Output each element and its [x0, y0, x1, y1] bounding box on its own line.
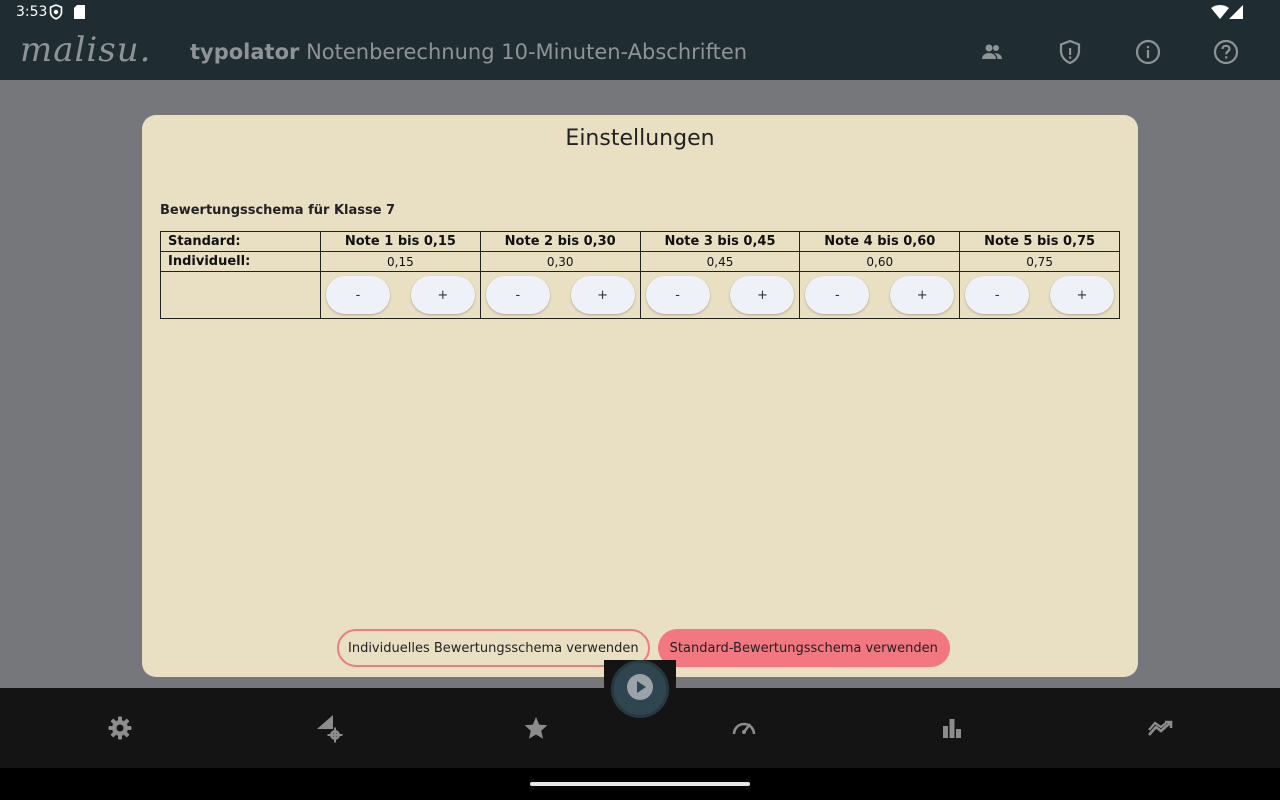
grade-2-value: 0,30: [479, 251, 641, 272]
grade-2-header: Note 2 bis 0,30: [479, 231, 641, 252]
shield-status-icon: [49, 4, 63, 24]
grade-3-decrease-button[interactable]: -: [645, 276, 710, 314]
trending-icon[interactable]: [1144, 712, 1176, 744]
app-bar: malisu. typolator Notenberechnung 10-Min…: [0, 24, 1280, 80]
grade-5-stepper: - +: [959, 271, 1120, 319]
star-icon[interactable]: [520, 712, 552, 744]
grade-1-increase-button[interactable]: +: [410, 276, 475, 314]
grade-4-increase-button[interactable]: +: [890, 276, 955, 314]
speedometer-icon[interactable]: [728, 712, 760, 744]
use-individual-scheme-button[interactable]: Individuelles Bewertungsschema verwenden: [337, 629, 650, 667]
grade-2-increase-button[interactable]: +: [570, 276, 635, 314]
dialog-title: Einstellungen: [565, 126, 715, 151]
bar-chart-icon[interactable]: [936, 712, 968, 744]
play-icon: [625, 672, 655, 706]
app-title-bold: typolator: [190, 40, 300, 64]
grade-4-value: 0,60: [799, 251, 961, 272]
settings-icon[interactable]: [104, 712, 136, 744]
help-icon[interactable]: [1212, 38, 1240, 66]
grade-5-header: Note 5 bis 0,75: [959, 231, 1120, 252]
grade-1-header: Note 1 bis 0,15: [320, 231, 481, 252]
grade-3-increase-button[interactable]: +: [730, 276, 795, 314]
grade-1-decrease-button[interactable]: -: [326, 276, 390, 314]
app-title: typolator Notenberechnung 10-Minuten-Abs…: [190, 40, 747, 64]
malisu-logo: malisu.: [20, 30, 152, 70]
play-fab[interactable]: [611, 660, 669, 718]
settings-dialog: Einstellungen Bewertungsschema für Klass…: [142, 115, 1138, 677]
wifi-icon: [1211, 5, 1229, 23]
battery-icon: [1229, 5, 1243, 23]
grade-2-decrease-button[interactable]: -: [485, 276, 550, 314]
grade-1-stepper: - +: [320, 271, 481, 319]
grade-4-stepper: - +: [799, 271, 961, 319]
grade-5-value: 0,75: [959, 251, 1120, 272]
grade-5-increase-button[interactable]: +: [1050, 276, 1114, 314]
system-navigation-area: [0, 768, 1280, 800]
app-title-rest: Notenberechnung 10-Minuten-Abschriften: [299, 40, 748, 64]
section-title: Bewertungsschema für Klasse 7: [160, 203, 396, 218]
status-time: 3:53: [16, 4, 48, 20]
grade-3-stepper: - +: [639, 271, 801, 319]
stepper-row: - + - + - + - + - +: [160, 271, 1120, 319]
standard-row: Standard: Note 1 bis 0,15 Note 2 bis 0,3…: [160, 231, 1120, 252]
grade-4-header: Note 4 bis 0,60: [799, 231, 961, 252]
people-icon[interactable]: [978, 38, 1006, 66]
individual-row: Individuell: 0,15 0,30 0,45 0,60 0,75: [160, 251, 1120, 272]
grade-5-decrease-button[interactable]: -: [965, 276, 1030, 314]
sd-card-icon: [74, 5, 85, 23]
info-icon[interactable]: [1134, 38, 1162, 66]
home-gesture-handle[interactable]: [530, 782, 750, 786]
individual-label: Individuell:: [160, 251, 321, 272]
grade-2-stepper: - +: [479, 271, 641, 319]
use-standard-scheme-button[interactable]: Standard-Bewertungsschema verwenden: [657, 629, 950, 667]
shield-icon[interactable]: [1056, 38, 1084, 66]
signal-settings-icon[interactable]: [312, 712, 344, 744]
grade-3-header: Note 3 bis 0,45: [639, 231, 801, 252]
grade-1-value: 0,15: [320, 251, 481, 272]
grading-scheme-table: Standard: Note 1 bis 0,15 Note 2 bis 0,3…: [160, 231, 1120, 319]
standard-label: Standard:: [160, 231, 321, 252]
grade-3-value: 0,45: [639, 251, 801, 272]
grade-4-decrease-button[interactable]: -: [805, 276, 870, 314]
status-bar: 3:53: [0, 0, 1280, 24]
stepper-row-empty-cell: [160, 271, 321, 319]
